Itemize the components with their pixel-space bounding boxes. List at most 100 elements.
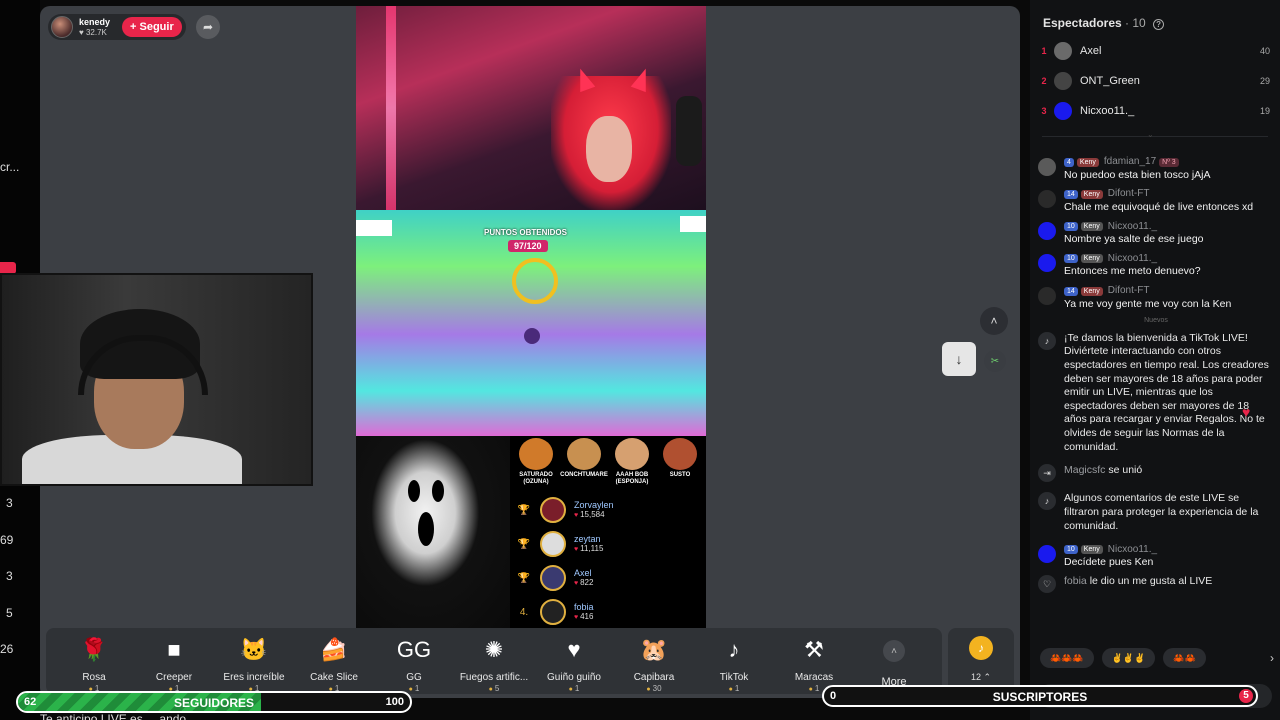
rank-avatar[interactable] bbox=[540, 599, 566, 626]
gift-item[interactable]: 🌹Rosa1 bbox=[54, 636, 134, 694]
streamer-camera bbox=[356, 6, 706, 210]
chat-feed: 4 Keny fdamian_17 Nº 3 No puedoo esta bien t… bbox=[1038, 156, 1274, 603]
divider bbox=[1042, 136, 1268, 137]
viewer-row[interactable]: 3 Nicxoo11._ 19 bbox=[1038, 96, 1270, 126]
rank-medal-icon: 🏆 bbox=[517, 572, 531, 584]
viewer-name[interactable]: Axel bbox=[1080, 45, 1260, 57]
user-avatar[interactable] bbox=[1038, 190, 1056, 209]
welcome-text: ¡Te damos la bienvenida a TikTok LIVE! D… bbox=[1064, 331, 1269, 453]
username[interactable]: Nicxoo11._ bbox=[1108, 253, 1157, 266]
user-avatar[interactable] bbox=[1038, 254, 1056, 273]
rank-badge: Nº 3 bbox=[1159, 158, 1179, 167]
viewer-score: 19 bbox=[1259, 106, 1270, 116]
gift-item[interactable]: 🐱Eres increíble1 bbox=[214, 636, 294, 694]
gift-icon: ✺ bbox=[484, 637, 504, 662]
reaction-chip[interactable]: 🦀🦀🦀 bbox=[1040, 648, 1094, 668]
viewer-avatar[interactable] bbox=[1054, 72, 1072, 90]
join-text: se unió bbox=[1105, 464, 1143, 477]
subscribers-goal: 5 bbox=[1239, 689, 1253, 703]
help-icon[interactable]: ? bbox=[1153, 19, 1165, 30]
gift-name: Fuegos artific... bbox=[459, 672, 529, 683]
viewer-name[interactable]: ONT_Green bbox=[1080, 75, 1260, 87]
chevron-down-icon[interactable]: ⌄ bbox=[1147, 130, 1154, 139]
followers-label: SEGUIDORES bbox=[173, 696, 254, 710]
rank-medal-icon: 🏆 bbox=[517, 538, 531, 550]
rank-medal-icon: 🏆 bbox=[517, 504, 531, 516]
host-pill: kenedy ♥ 32.7K + Seguir bbox=[48, 14, 186, 40]
reaction-chip[interactable]: ✌✌✌ bbox=[1101, 648, 1156, 668]
message-text: Entonces me meto denuevo? bbox=[1064, 265, 1201, 278]
join-line: Magicsfc se unió bbox=[1064, 464, 1142, 482]
fan-badge: Keny bbox=[1076, 158, 1099, 167]
username[interactable]: Difont-FT bbox=[1108, 285, 1150, 298]
chat-message: 10 Keny Nicxoo11._ Entonces me meto denuevo… bbox=[1038, 252, 1274, 278]
gift-item[interactable]: GGGG1 bbox=[374, 636, 454, 694]
viewer-avatar[interactable] bbox=[1054, 102, 1072, 120]
gift-name: GG bbox=[406, 672, 422, 683]
rank-avatar[interactable] bbox=[540, 497, 566, 524]
rank-points: 416 bbox=[574, 612, 594, 622]
gift-item[interactable]: ■Creeper1 bbox=[134, 636, 214, 694]
leaderboard-ranks: 🏆 Zorvaylen15,584 🏆 zeytan11,115 🏆 Axel822 4. f… bbox=[510, 493, 706, 628]
gift-caption: SUSTO bbox=[669, 472, 691, 478]
user-avatar[interactable] bbox=[1038, 545, 1056, 564]
viewer-row[interactable]: 1 Axel 40 bbox=[1038, 36, 1270, 66]
gift-item[interactable]: 🐹 Capibara30 bbox=[614, 636, 694, 694]
gift-cost: 1 bbox=[409, 684, 419, 693]
follow-button[interactable]: + Seguir bbox=[122, 17, 182, 37]
message-text: No puedoo esta bien tosco jAjA bbox=[1064, 169, 1211, 181]
level-badge: 4 bbox=[1064, 158, 1074, 167]
user-avatar[interactable] bbox=[1038, 158, 1056, 176]
filter-text: Algunos comentarios de este LIVE se filt… bbox=[1064, 492, 1259, 532]
left-fragment: 26 bbox=[0, 642, 14, 656]
rank-name: zeytan bbox=[574, 533, 601, 544]
gift-item[interactable]: ✺ Fuegos artific...5 bbox=[454, 636, 534, 694]
username[interactable]: Nicxoo11._ bbox=[1108, 544, 1157, 557]
gift-item[interactable]: ♥ Guiño guiño1 bbox=[534, 636, 614, 694]
left-fragment: 5 bbox=[6, 606, 13, 620]
chevron-right-icon[interactable]: › bbox=[1270, 651, 1274, 665]
like-user[interactable]: fobia bbox=[1064, 575, 1087, 587]
gift-item[interactable]: 🍰Cake Slice1 bbox=[294, 636, 374, 694]
join-user[interactable]: Magicsfc bbox=[1064, 464, 1105, 476]
message-header: 14 Keny Difont-FT bbox=[1064, 188, 1253, 201]
subscribers-label: SUSCRIPTORES bbox=[992, 690, 1088, 704]
message-body: 10 Keny Nicxoo11._ Entonces me meto denuevo… bbox=[1064, 252, 1201, 278]
host-avatar[interactable] bbox=[51, 16, 73, 38]
message-header: 14 Keny Difont-FT bbox=[1064, 285, 1231, 298]
username[interactable]: Difont-FT bbox=[1108, 188, 1150, 201]
message-body: 10 Keny Nicxoo11._ Decídete pues Ken bbox=[1064, 543, 1157, 569]
left-fragment: 3 bbox=[6, 496, 13, 510]
viewer-avatar[interactable] bbox=[1054, 42, 1072, 60]
host-name[interactable]: kenedy bbox=[79, 17, 110, 27]
game-tag-right bbox=[680, 216, 706, 232]
more-gifts-button[interactable]: ˄ More bbox=[854, 636, 934, 688]
game-hud-title: PUNTOS OBTENIDOS bbox=[484, 228, 567, 237]
rank-avatar[interactable] bbox=[540, 565, 566, 592]
gift-name: Creeper bbox=[155, 672, 193, 683]
gift-caption: AAAH BOB (ESPONJA) bbox=[615, 472, 649, 485]
chevron-up-icon[interactable]: ˄ bbox=[980, 307, 1008, 335]
viewer-row[interactable]: 2 ONT_Green 29 bbox=[1038, 66, 1270, 96]
share-icon[interactable]: ➦ bbox=[196, 15, 220, 39]
user-avatar[interactable] bbox=[1038, 286, 1056, 305]
fan-badge: Keny bbox=[1080, 545, 1103, 555]
user-avatar[interactable] bbox=[1038, 222, 1056, 241]
rank-avatar[interactable] bbox=[540, 531, 566, 558]
quick-reactions: 🦀🦀🦀 ✌✌✌ 🦀🦀 › bbox=[1040, 648, 1274, 668]
viewer-rank: 2 bbox=[1041, 76, 1047, 86]
username[interactable]: Nicxoo11._ bbox=[1108, 221, 1157, 234]
gift-item[interactable]: ♪ TikTok1 bbox=[694, 636, 774, 694]
side-panel: Espectadores · 10 ? 1 Axel 40 2 ONT_Green 29 3… bbox=[1030, 0, 1280, 720]
tool-icon[interactable]: ✂ bbox=[984, 350, 1006, 372]
reaction-chip[interactable]: 🦀🦀 bbox=[1163, 648, 1206, 668]
username[interactable]: fdamian_17 bbox=[1104, 156, 1156, 169]
viewer-name[interactable]: Nicxoo11._ bbox=[1080, 105, 1260, 117]
chat-message: 14 Keny Difont-FT Chale me equivoqué de liv… bbox=[1038, 188, 1274, 214]
scroll-down-button[interactable]: ↓ bbox=[942, 342, 976, 376]
rank-text: fobia416 bbox=[574, 602, 594, 623]
gift-cost: 1 bbox=[809, 684, 819, 693]
live-video[interactable]: PUNTOS OBTENIDOS 97/120 SATURADO (OZUNA)… bbox=[356, 6, 706, 628]
rank-points: 11,115 bbox=[574, 544, 603, 554]
chat-message: 10 Keny Nicxoo11._ Decídete pues Ken bbox=[1038, 543, 1274, 569]
